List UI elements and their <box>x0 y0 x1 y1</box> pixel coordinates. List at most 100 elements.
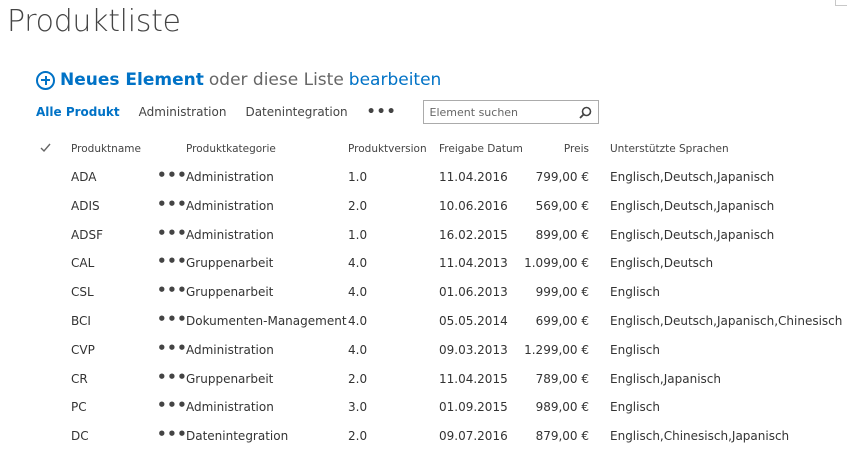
product-version: 4.0 <box>348 285 368 300</box>
supported-languages: Englisch <box>610 342 660 357</box>
column-header-date[interactable]: Freigabe Datum <box>439 143 523 155</box>
checkmark-icon[interactable] <box>40 143 51 153</box>
product-price: 789,00 € <box>535 371 589 386</box>
product-price: 899,00 € <box>535 227 589 242</box>
product-price: 799,00 € <box>535 170 589 184</box>
product-version: 1.0 <box>348 227 368 242</box>
product-name[interactable]: BCI <box>71 314 91 328</box>
new-item-link[interactable]: Neues Element <box>60 70 204 90</box>
supported-languages: Englisch,Deutsch,Japanisch,Chinesisch <box>610 313 843 328</box>
release-date: 11.04.2015 <box>439 371 508 386</box>
view-tab-all-products[interactable]: Alle Produkt <box>36 105 120 119</box>
supported-languages: Englisch,Deutsch,Japanisch <box>610 170 775 184</box>
product-price: 569,00 € <box>535 198 589 213</box>
supported-languages: Englisch <box>610 400 660 415</box>
row-menu-button[interactable]: ••• <box>157 368 187 386</box>
row-menu-button[interactable]: ••• <box>157 166 187 184</box>
supported-languages: Englisch <box>610 285 660 300</box>
table-row[interactable]: BCI ••• Dokumenten-Management 4.0 05.05.… <box>0 307 847 336</box>
column-header-name[interactable]: Produktname <box>71 143 141 155</box>
row-menu-button[interactable]: ••• <box>157 425 187 443</box>
column-header-category[interactable]: Produktkategorie <box>186 143 276 155</box>
release-date: 11.04.2013 <box>439 256 508 271</box>
product-name[interactable]: ADA <box>71 170 96 184</box>
edit-list-link[interactable]: bearbeiten <box>349 70 442 90</box>
product-name[interactable]: CR <box>71 372 88 386</box>
product-price: 1.099,00 € <box>524 256 589 271</box>
view-tab-administration[interactable]: Administration <box>139 105 227 119</box>
column-header-languages[interactable]: Unterstützte Sprachen <box>610 143 729 155</box>
product-version: 1.0 <box>348 170 368 184</box>
row-menu-button[interactable]: ••• <box>157 281 187 299</box>
product-category: Administration <box>186 342 274 357</box>
product-category: Dokumenten-Management <box>186 313 347 328</box>
column-header-version[interactable]: Produktversion <box>348 143 427 155</box>
window-corner-mark <box>835 0 847 6</box>
supported-languages: Englisch,Chinesisch,Japanisch <box>610 429 790 444</box>
product-price: 999,00 € <box>535 285 589 300</box>
release-date: 01.06.2013 <box>439 285 508 300</box>
product-category: Gruppenarbeit <box>186 285 274 300</box>
release-date: 11.04.2016 <box>439 170 508 184</box>
release-date: 16.02.2015 <box>439 227 508 242</box>
search-icon[interactable] <box>578 106 592 119</box>
or-text: oder diese Liste <box>208 70 344 90</box>
product-version: 4.0 <box>348 342 368 357</box>
views-bar: Alle Produkt Administration Datenintegra… <box>36 98 599 126</box>
release-date: 09.07.2016 <box>439 429 508 444</box>
table-header: Produktname Produktkategorie Produktvers… <box>0 135 847 163</box>
row-menu-button[interactable]: ••• <box>157 396 187 414</box>
table-row[interactable]: CR ••• Gruppenarbeit 2.0 11.04.2015 789,… <box>0 365 847 394</box>
product-name[interactable]: CVP <box>71 343 95 357</box>
table-body: ADA ••• Administration 1.0 11.04.2016 79… <box>0 163 847 451</box>
product-name[interactable]: CSL <box>71 285 94 299</box>
table-row[interactable]: CSL ••• Gruppenarbeit 4.0 01.06.2013 999… <box>0 278 847 307</box>
product-category: Administration <box>186 170 274 184</box>
table-row[interactable]: DC ••• Datenintegration 2.0 09.07.2016 8… <box>0 422 847 451</box>
product-category: Administration <box>186 227 274 242</box>
table-row[interactable]: ADSF ••• Administration 1.0 16.02.2015 8… <box>0 221 847 250</box>
product-name[interactable]: ADIS <box>71 199 100 213</box>
row-menu-button[interactable]: ••• <box>157 252 187 270</box>
table-row[interactable]: PC ••• Administration 3.0 01.09.2015 989… <box>0 393 847 422</box>
product-category: Administration <box>186 400 274 415</box>
product-name[interactable]: CAL <box>71 256 94 270</box>
supported-languages: Englisch,Deutsch <box>610 256 714 271</box>
view-tab-data-integration[interactable]: Datenintegration <box>245 105 347 119</box>
product-price: 989,00 € <box>535 400 589 415</box>
product-price: 1.299,00 € <box>524 342 589 357</box>
page-title: Produktliste <box>7 4 181 39</box>
product-version: 4.0 <box>348 313 368 328</box>
product-category: Administration <box>186 198 274 213</box>
table-row[interactable]: CAL ••• Gruppenarbeit 4.0 11.04.2013 1.0… <box>0 249 847 278</box>
supported-languages: Englisch,Deutsch,Japanisch <box>610 227 775 242</box>
row-menu-button[interactable]: ••• <box>157 195 187 213</box>
more-views-button[interactable]: ••• <box>367 104 397 120</box>
search-input[interactable] <box>429 105 570 119</box>
row-menu-button[interactable]: ••• <box>157 310 187 328</box>
product-category: Gruppenarbeit <box>186 371 274 386</box>
product-name[interactable]: PC <box>71 400 87 414</box>
plus-circle-icon[interactable] <box>36 70 55 90</box>
new-item-toolbar: Neues Element oder diese Liste bearbeite… <box>36 70 441 90</box>
release-date: 05.05.2014 <box>439 313 508 328</box>
product-name[interactable]: DC <box>71 429 89 443</box>
table-row[interactable]: ADA ••• Administration 1.0 11.04.2016 79… <box>0 163 847 192</box>
product-name[interactable]: ADSF <box>71 228 103 242</box>
product-price: 879,00 € <box>535 429 589 444</box>
column-header-price[interactable]: Preis <box>564 143 589 155</box>
release-date: 01.09.2015 <box>439 400 508 415</box>
row-menu-button[interactable]: ••• <box>157 224 187 242</box>
product-version: 2.0 <box>348 429 368 444</box>
product-version: 4.0 <box>348 256 368 271</box>
row-menu-button[interactable]: ••• <box>157 339 187 357</box>
table-row[interactable]: CVP ••• Administration 4.0 09.03.2013 1.… <box>0 336 847 365</box>
product-category: Datenintegration <box>186 429 289 444</box>
product-category: Gruppenarbeit <box>186 256 274 271</box>
product-price: 699,00 € <box>535 313 589 328</box>
supported-languages: Englisch,Deutsch,Japanisch <box>610 198 775 213</box>
supported-languages: Englisch,Japanisch <box>610 371 721 386</box>
product-table: Produktname Produktkategorie Produktvers… <box>0 135 847 451</box>
table-row[interactable]: ADIS ••• Administration 2.0 10.06.2016 5… <box>0 192 847 221</box>
product-version: 3.0 <box>348 400 368 415</box>
